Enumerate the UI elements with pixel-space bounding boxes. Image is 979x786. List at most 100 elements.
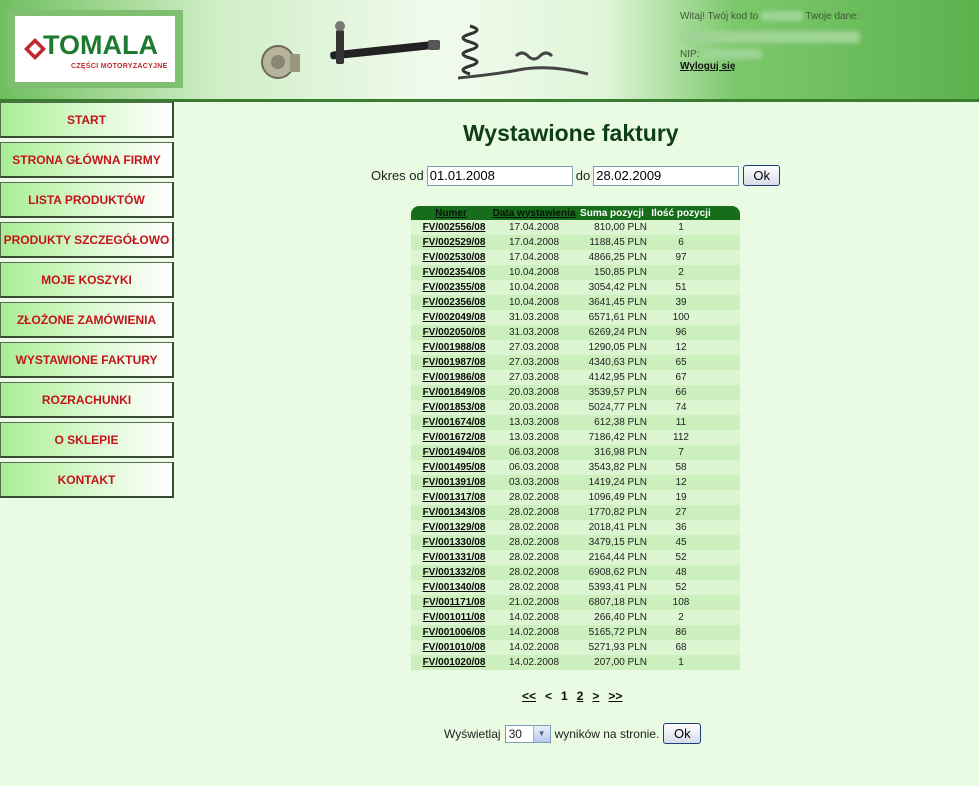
invoice-item-count: 12: [675, 342, 687, 353]
invoice-date: 28.02.2008: [508, 537, 560, 548]
invoice-number-link[interactable]: FV/001343/08: [411, 507, 491, 518]
invoice-number-link[interactable]: FV/002530/08: [411, 252, 491, 263]
invoice-date: 13.03.2008: [508, 432, 560, 443]
chevron-down-icon[interactable]: ▼: [532, 725, 550, 742]
invoice-number-link[interactable]: FV/001329/08: [411, 522, 491, 533]
table-row: FV/001494/08 06.03.2008 316,98 PLN 7: [411, 445, 740, 460]
invoice-number-link[interactable]: FV/002354/08: [411, 267, 491, 278]
table-row: FV/001986/08 27.03.2008 4142,95 PLN 67: [411, 370, 740, 385]
invoice-number-link[interactable]: FV/002050/08: [411, 327, 491, 338]
invoice-sum: 2018,41 PLN: [588, 522, 647, 533]
pager-next[interactable]: >: [592, 689, 599, 703]
nav-item-contact[interactable]: KONTAKT: [0, 462, 174, 498]
invoice-date: 10.04.2008: [508, 267, 560, 278]
invoice-sum: 5271,93 PLN: [588, 642, 647, 653]
invoice-number-link[interactable]: FV/001494/08: [411, 447, 491, 458]
invoice-number-link[interactable]: FV/001171/08: [411, 597, 491, 608]
invoice-number-link[interactable]: FV/002355/08: [411, 282, 491, 293]
invoice-sum: 4866,25 PLN: [588, 252, 647, 263]
invoice-item-count: 39: [675, 297, 687, 308]
invoice-number-link[interactable]: FV/002529/08: [411, 237, 491, 248]
header-sum: Suma pozycji: [580, 207, 644, 219]
per-page-control: Wyświetlaj 30 ▼ wyników na stronie. Ok: [444, 723, 702, 744]
invoice-number-link[interactable]: FV/001849/08: [411, 387, 491, 398]
invoice-date: 27.03.2008: [508, 372, 560, 383]
nav-item-my-carts[interactable]: MOJE KOSZYKI: [0, 262, 174, 298]
pager-page-2[interactable]: 2: [577, 689, 584, 703]
invoice-number-link[interactable]: FV/001986/08: [411, 372, 491, 383]
nav-item-orders[interactable]: ZŁOŻONE ZAMÓWIENIA: [0, 302, 174, 338]
invoice-sum: 3479,15 PLN: [588, 537, 647, 548]
from-label: Okres od: [371, 168, 424, 183]
nav-item-company-home[interactable]: STRONA GŁÓWNA FIRMY: [0, 142, 174, 178]
invoice-number-link[interactable]: FV/001317/08: [411, 492, 491, 503]
per-page-select[interactable]: 30 ▼: [504, 724, 551, 743]
invoice-sum: 316,98 PLN: [594, 447, 647, 458]
invoice-number-link[interactable]: FV/001020/08: [411, 657, 491, 668]
invoice-number-link[interactable]: FV/001853/08: [411, 402, 491, 413]
invoice-number-link[interactable]: FV/001330/08: [411, 537, 491, 548]
invoice-item-count: 27: [675, 507, 687, 518]
user-info: Witaj! Twój kod to Twoje dane: NIP: Wylo…: [680, 11, 860, 73]
header-number[interactable]: Numer: [411, 208, 491, 219]
invoice-sum: 6269,24 PLN: [588, 327, 647, 338]
invoice-number-link[interactable]: FV/001672/08: [411, 432, 491, 443]
invoice-date: 31.03.2008: [508, 312, 560, 323]
date-to-input[interactable]: [593, 165, 740, 186]
invoice-sum: 3539,57 PLN: [588, 387, 647, 398]
logo-text: TOMALA: [43, 30, 158, 60]
invoice-number-link[interactable]: FV/001988/08: [411, 342, 491, 353]
header-date[interactable]: Data wystawienia: [491, 208, 577, 219]
nav-item-settlements[interactable]: ROZRACHUNKI: [0, 382, 174, 418]
nav-item-invoices[interactable]: WYSTAWIONE FAKTURY: [0, 342, 174, 378]
invoice-item-count: 86: [675, 627, 687, 638]
invoice-number-link[interactable]: FV/002049/08: [411, 312, 491, 323]
invoice-number-link[interactable]: FV/001010/08: [411, 642, 491, 653]
table-row: FV/001849/08 20.03.2008 3539,57 PLN 66: [411, 385, 740, 400]
invoice-number-link[interactable]: FV/001391/08: [411, 477, 491, 488]
pager-first[interactable]: <<: [522, 689, 536, 703]
logout-link[interactable]: Wyloguj się: [680, 61, 735, 72]
date-from-input[interactable]: [426, 165, 573, 186]
invoice-number-link[interactable]: FV/001332/08: [411, 567, 491, 578]
table-row: FV/001340/08 28.02.2008 5393,41 PLN 52: [411, 580, 740, 595]
invoice-number-link[interactable]: FV/001011/08: [411, 612, 491, 623]
invoice-number-link[interactable]: FV/002356/08: [411, 297, 491, 308]
invoice-date: 17.04.2008: [508, 222, 560, 233]
redacted-code: [760, 11, 803, 22]
header-count: Ilość pozycji: [651, 207, 711, 219]
table-row: FV/001988/08 27.03.2008 1290,05 PLN 12: [411, 340, 740, 355]
invoice-date: 28.02.2008: [508, 522, 560, 533]
invoice-item-count: 11: [675, 417, 687, 428]
invoice-item-count: 74: [675, 402, 687, 413]
table-row: FV/002356/08 10.04.2008 3641,45 PLN 39: [411, 295, 740, 310]
page-title: Wystawione faktury: [463, 120, 679, 146]
table-row: FV/002556/08 17.04.2008 810,00 PLN 1: [411, 220, 740, 235]
invoice-item-count: 52: [675, 582, 687, 593]
invoice-item-count: 65: [675, 357, 687, 368]
pager-last[interactable]: >>: [608, 689, 622, 703]
nav-item-start[interactable]: START: [0, 102, 174, 138]
invoice-item-count: 48: [675, 567, 687, 578]
invoice-number-link[interactable]: FV/001331/08: [411, 552, 491, 563]
exhaust-parts-icon: [457, 51, 589, 80]
nav-item-about[interactable]: O SKLEPIE: [0, 422, 174, 458]
header: TOMALA CZĘŚCI MOTORYZACYJNE Witaj! Twój …: [0, 0, 979, 102]
nav-item-product-list[interactable]: LISTA PRODUKTÓW: [0, 182, 174, 218]
invoice-number-link[interactable]: FV/001987/08: [411, 357, 491, 368]
filter-ok-button[interactable]: Ok: [743, 165, 781, 186]
invoice-number-link[interactable]: FV/001340/08: [411, 582, 491, 593]
table-row: FV/001332/08 28.02.2008 6908,62 PLN 48: [411, 565, 740, 580]
nip-label: NIP:: [680, 49, 700, 60]
table-row: FV/001010/08 14.02.2008 5271,93 PLN 68: [411, 640, 740, 655]
logo[interactable]: TOMALA CZĘŚCI MOTORYZACYJNE: [7, 10, 183, 88]
invoice-number-link[interactable]: FV/001495/08: [411, 462, 491, 473]
pager-prev[interactable]: <: [545, 689, 552, 703]
invoice-number-link[interactable]: FV/002556/08: [411, 222, 491, 233]
invoice-number-link[interactable]: FV/001006/08: [411, 627, 491, 638]
nav-item-products-detailed[interactable]: PRODUKTY SZCZEGÓŁOWO: [0, 222, 174, 258]
invoice-item-count: 12: [675, 477, 687, 488]
invoice-item-count: 100: [672, 312, 690, 323]
invoice-number-link[interactable]: FV/001674/08: [411, 417, 491, 428]
per-page-ok-button[interactable]: Ok: [663, 723, 702, 744]
